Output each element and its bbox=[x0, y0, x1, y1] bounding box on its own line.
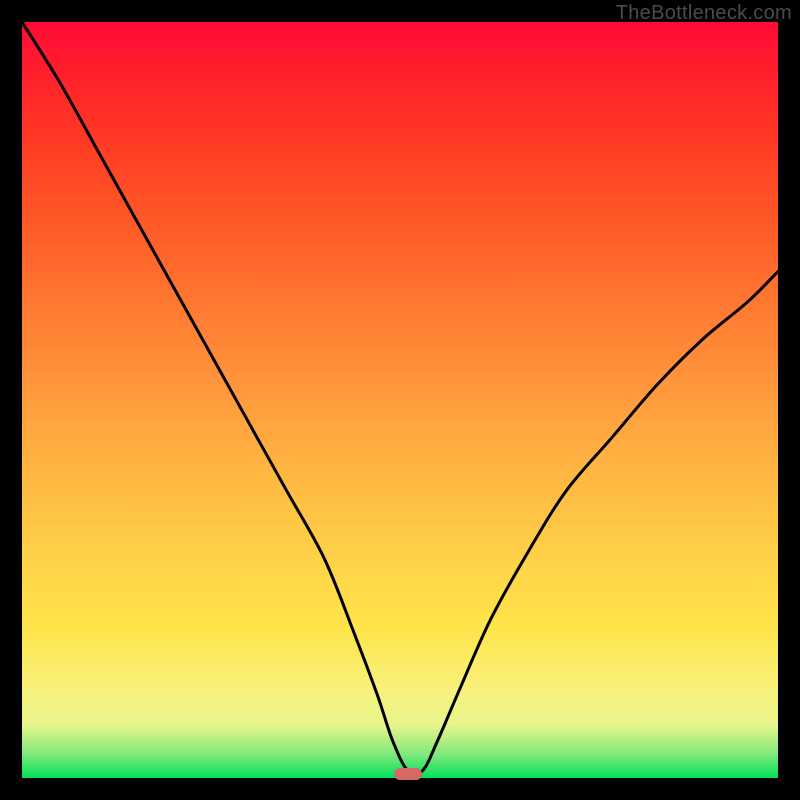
watermark-label: TheBottleneck.com bbox=[616, 2, 792, 25]
chart-frame: TheBottleneck.com bbox=[0, 0, 800, 800]
plot-area bbox=[22, 22, 778, 778]
bottleneck-curve bbox=[22, 22, 778, 778]
valley-marker bbox=[394, 768, 422, 780]
